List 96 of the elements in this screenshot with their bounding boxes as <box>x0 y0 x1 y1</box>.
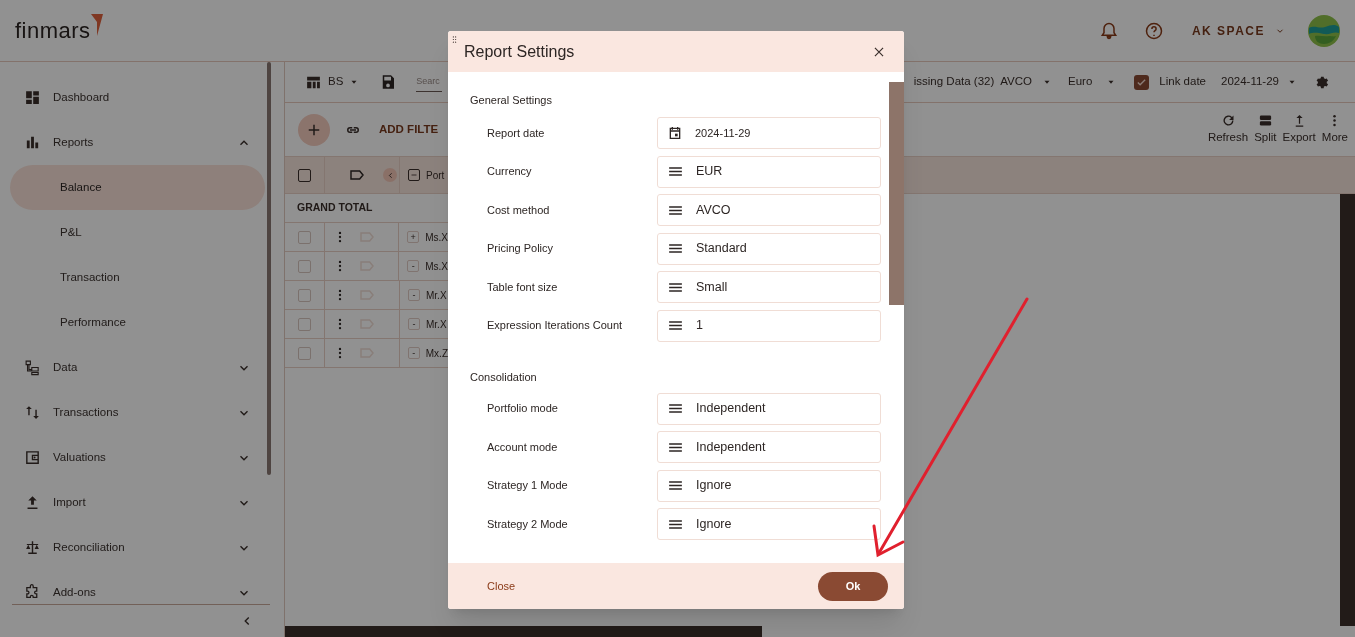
tag-icon <box>349 167 365 183</box>
toolbar-button[interactable]: Export <box>1282 128 1316 147</box>
scrollbar-thumb[interactable] <box>889 82 904 305</box>
tag-icon <box>359 287 375 303</box>
notification-bell-icon[interactable] <box>1098 20 1119 41</box>
tree-icon <box>24 359 41 376</box>
dialog-title: Report Settings <box>464 41 576 62</box>
field-label: Strategy 1 Mode <box>486 478 569 494</box>
ok-button[interactable]: Ok <box>818 571 888 601</box>
select-field[interactable]: Small <box>657 271 881 303</box>
select-field[interactable]: 1 <box>657 309 881 342</box>
close-button[interactable]: Close <box>487 577 516 595</box>
expand-toggle[interactable]: - <box>408 318 420 330</box>
toolbar-button[interactable]: Refresh <box>1207 128 1249 147</box>
checkmark-icon <box>1136 76 1148 88</box>
logo-mark-icon <box>90 14 103 36</box>
field-label: Pricing Policy <box>486 241 555 257</box>
table-cell-text: Mr.X <box>426 317 447 332</box>
add-filter-button[interactable]: ADD FILTE <box>379 120 439 139</box>
sidebar-subitem[interactable]: P&L <box>10 210 265 255</box>
sidebar-item[interactable]: Dashboard <box>53 88 251 107</box>
select-field[interactable]: AVCO <box>657 194 881 226</box>
field-label: Currency <box>486 164 533 180</box>
row-checkbox[interactable] <box>298 288 311 302</box>
field-label: Portfolio mode <box>486 401 559 417</box>
expand-toggle[interactable]: - <box>408 289 420 301</box>
horizontal-scrollbar[interactable] <box>285 626 762 637</box>
tag-icon <box>358 258 375 274</box>
field-label: Expression Iterations Count <box>486 318 624 334</box>
field-label: Report date <box>486 125 546 141</box>
date-dropdown[interactable]: 2024-11-29 <box>1221 73 1279 91</box>
table-cell-text: Mr.X <box>426 288 447 303</box>
select-field[interactable]: Independent <box>657 431 881 463</box>
vertical-scrollbar[interactable] <box>1340 194 1355 626</box>
workspace-menu[interactable]: AK SPACE <box>1191 21 1265 40</box>
sidebar-scrollbar[interactable] <box>267 62 271 475</box>
sidebar-item[interactable]: Valuations <box>53 448 225 467</box>
table-cell-text: Ms.X <box>425 230 448 245</box>
sidebar-item[interactable]: Reports <box>53 133 225 152</box>
tag-icon <box>358 229 375 245</box>
row-checkbox[interactable] <box>297 230 311 244</box>
section-heading: Consolidation <box>470 369 538 383</box>
select-all-checkbox[interactable] <box>298 168 311 182</box>
toolbar-button[interactable]: Split <box>1254 128 1277 147</box>
bar-chart-icon <box>24 134 41 151</box>
sidebar-item[interactable]: Data <box>53 358 225 377</box>
section-heading: General Settings <box>470 93 553 106</box>
column-header: Port <box>426 168 445 183</box>
field-label: Account mode <box>486 439 559 455</box>
sidebar-subitem[interactable]: Transaction <box>10 255 265 300</box>
select-field[interactable]: Ignore <box>657 469 881 502</box>
arrows-icon <box>24 404 41 421</box>
search-field[interactable]: Searc <box>416 71 443 93</box>
collapse-all-toggle[interactable] <box>408 169 420 181</box>
expand-toggle[interactable]: - <box>407 347 420 359</box>
row-checkbox[interactable] <box>297 346 311 360</box>
field-label: Cost method <box>486 202 551 218</box>
field-label: Table font size <box>486 279 559 295</box>
collapse-column-button[interactable] <box>383 168 397 182</box>
row-checkbox[interactable] <box>298 317 311 331</box>
chevron-left-icon <box>385 170 395 180</box>
avatar[interactable] <box>1307 13 1341 48</box>
select-field[interactable]: Ignore <box>657 508 881 540</box>
logo: finmars <box>15 17 91 45</box>
select-field[interactable]: Standard <box>657 232 881 265</box>
table-cell-text: Mx.Z <box>425 346 448 361</box>
cost-method-dropdown[interactable]: AVCO <box>1000 73 1033 91</box>
sidebar-item[interactable]: Reconciliation <box>53 538 225 557</box>
link-date-checkbox[interactable] <box>1134 74 1150 90</box>
calendar-icon <box>667 125 683 141</box>
currency-dropdown[interactable]: Euro <box>1068 73 1093 91</box>
sidebar-subitem[interactable]: Balance <box>10 165 265 210</box>
sidebar-item[interactable]: Import <box>53 493 225 512</box>
layout-menu[interactable]: BS <box>328 73 344 91</box>
expand-toggle[interactable]: + <box>407 231 420 243</box>
dashboard-icon <box>24 89 41 106</box>
toolbar-button[interactable]: More <box>1321 128 1348 147</box>
sidebar-item[interactable]: Add-ons <box>53 583 225 602</box>
tag-icon <box>359 316 375 332</box>
select-field[interactable]: Independent <box>657 392 881 425</box>
add-button[interactable] <box>298 113 330 146</box>
drag-handle-icon[interactable] <box>450 35 459 44</box>
expand-toggle[interactable]: - <box>407 260 420 272</box>
select-field[interactable]: EUR <box>657 155 881 188</box>
tag-icon <box>358 345 375 361</box>
table-cell-text: Ms.X <box>425 259 448 274</box>
link-date-label: Link date <box>1159 74 1206 90</box>
field-label: Strategy 2 Mode <box>486 516 569 532</box>
sidebar-subitem[interactable]: Performance <box>10 300 265 345</box>
help-icon[interactable] <box>1143 20 1164 41</box>
scale-icon <box>24 539 41 556</box>
missing-data-link[interactable]: issing Data (32) <box>913 73 995 91</box>
sidebar-item[interactable]: Transactions <box>53 403 225 422</box>
date-field[interactable]: 2024-11-29 <box>657 117 881 149</box>
row-checkbox[interactable] <box>297 259 311 273</box>
wallet-icon <box>24 449 41 466</box>
